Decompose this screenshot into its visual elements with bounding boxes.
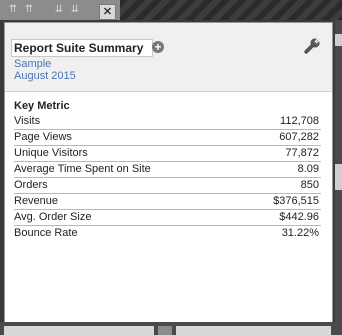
metric-label: Average Time Spent on Site	[14, 163, 151, 175]
metric-row: Visits 112,708	[14, 114, 321, 130]
metric-row: Average Time Spent on Site 8.09	[14, 162, 321, 178]
metric-column-header: Key Metric	[14, 100, 70, 112]
report-suite-summary-panel: Report Suite Summary + Sample August 201…	[4, 22, 333, 323]
metric-value: 77,872	[285, 147, 319, 159]
next-panel-header	[176, 326, 331, 335]
metric-label: Unique Visitors	[14, 147, 88, 159]
toolbar-background	[120, 0, 342, 20]
next-panel-button[interactable]	[158, 326, 172, 335]
metric-row: Page Views 607,282	[14, 130, 321, 146]
metric-value: 607,282	[279, 131, 319, 143]
metric-value: $376,515	[273, 195, 319, 207]
move-down-icon[interactable]: ⇊	[52, 3, 66, 16]
adjacent-panel-tab	[335, 34, 342, 46]
metric-row: Revenue $376,515	[14, 194, 321, 210]
collapse-up-icon[interactable]: ⇈	[6, 3, 20, 16]
metric-row: Bounce Rate 31.22%	[14, 226, 321, 241]
metric-value: 31.22%	[281, 227, 319, 239]
metric-value: 8.09	[297, 163, 319, 175]
metric-row: Unique Visitors 77,872	[14, 146, 321, 162]
move-up-icon[interactable]: ⇈	[22, 3, 36, 16]
panel-title[interactable]: Report Suite Summary	[11, 39, 153, 57]
report-period[interactable]: August 2015	[14, 70, 76, 83]
metric-value: $442.96	[279, 211, 319, 223]
wrench-icon[interactable]	[303, 37, 321, 55]
metric-row: Avg. Order Size $442.96	[14, 210, 321, 226]
panel-header: Report Suite Summary + Sample August 201…	[5, 23, 332, 92]
metric-label: Visits	[14, 115, 41, 127]
metric-label: Avg. Order Size	[14, 211, 92, 223]
metric-row: Orders 850	[14, 178, 321, 194]
close-icon[interactable]: ✕	[99, 4, 116, 20]
metric-value: 112,708	[280, 115, 319, 127]
adjacent-panel-tab	[335, 164, 342, 190]
plus-circle-icon[interactable]: +	[152, 41, 164, 53]
metric-value: 850	[300, 179, 319, 191]
metric-label: Orders	[14, 179, 48, 191]
metric-label: Bounce Rate	[14, 227, 78, 239]
next-panel-header	[4, 326, 154, 335]
metrics-table: Key Metric Visits 112,708 Page Views 607…	[14, 99, 321, 241]
metric-label: Page Views	[14, 131, 72, 143]
metric-label: Revenue	[14, 195, 59, 207]
collapse-down-icon[interactable]: ⇊	[68, 3, 82, 16]
